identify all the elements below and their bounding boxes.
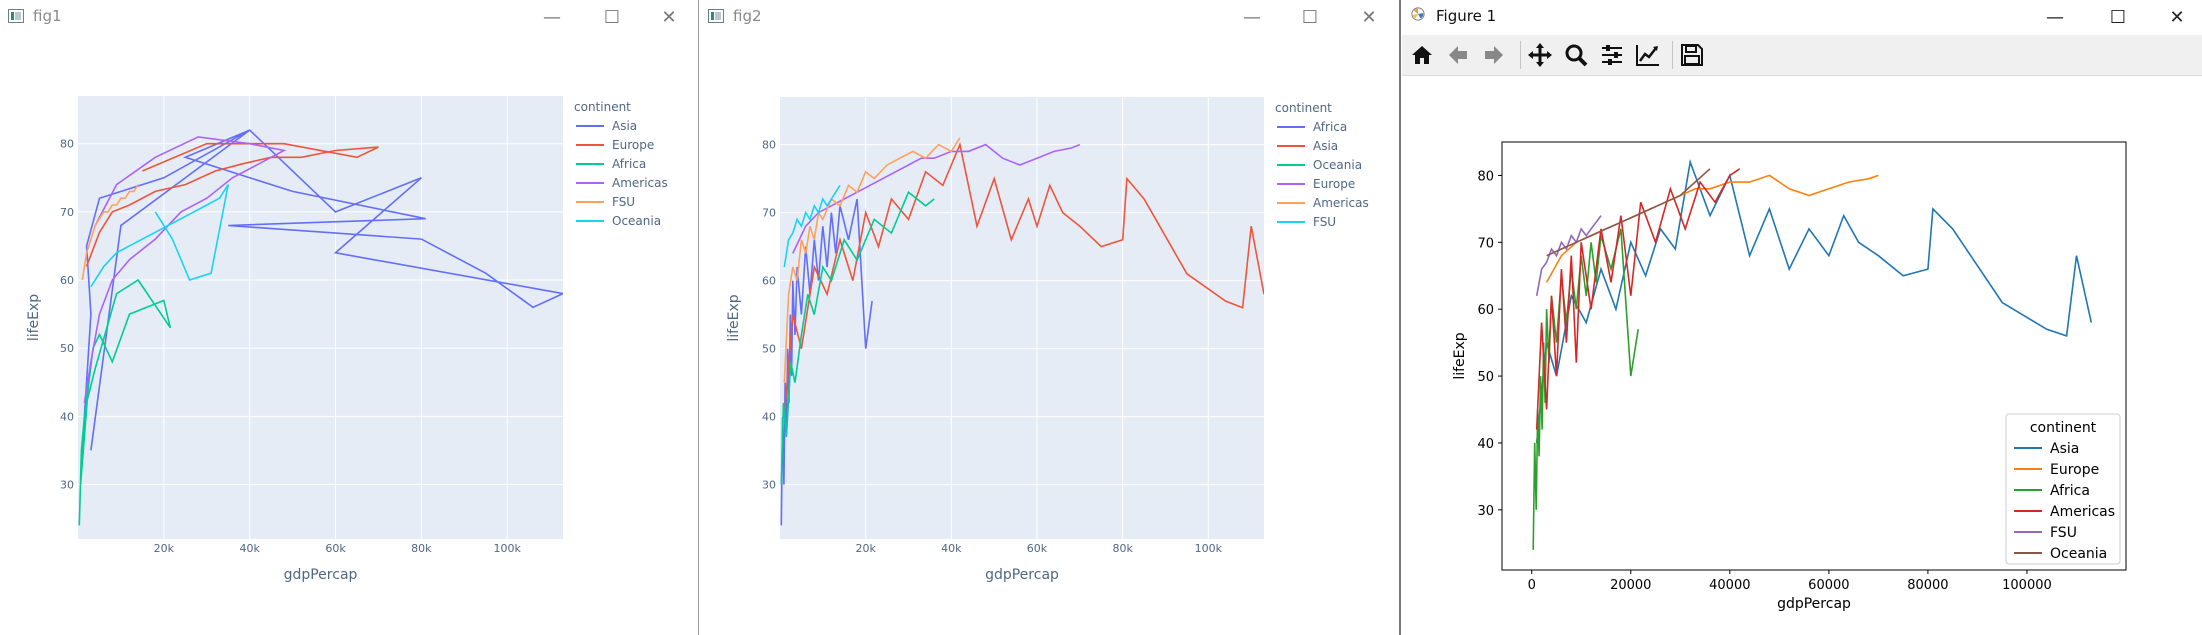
legend-item: Asia [1313,139,1338,153]
x-tick-label: 40000 [1709,578,1750,593]
close-button[interactable]: ✕ [1356,4,1382,30]
window-title: fig2 [733,7,762,25]
y-tick-label: 60 [762,275,776,288]
legend-item: Asia [612,119,637,133]
minimize-button[interactable]: — [2042,4,2068,30]
y-tick-label: 50 [1477,370,1494,385]
maximize-button[interactable]: ☐ [599,4,625,30]
legend-item: Europe [2050,462,2099,478]
x-tick-label: 20k [855,542,876,555]
x-tick-label: 40k [941,542,962,555]
maximize-button[interactable]: ☐ [2105,4,2131,30]
legend-title: continent [574,100,631,114]
y-tick-label: 50 [60,342,74,355]
window-title: Figure 1 [1436,7,1497,25]
x-tick-label: 100k [494,542,522,555]
y-tick-label: 70 [60,206,74,219]
zoom-magnifier-icon[interactable] [1560,39,1592,71]
legend-item: FSU [1313,215,1336,229]
y-axis-title: lifeExp [1452,332,1468,379]
window-fig2: fig2 — ☐ ✕ 20k 40k 60k 80k 100k 30 40 50 60 70 80 g… [700,0,1401,635]
forward-arrow-icon[interactable] [1478,39,1510,71]
legend-item: Africa [1313,120,1347,134]
x-axis-title: gdpPercap [1777,596,1851,612]
plot-background [780,97,1264,539]
toolbar-separator [1672,41,1673,69]
legend-item: Oceania [2050,546,2107,562]
matplotlib-logo-icon [1411,7,1425,21]
y-tick-label: 40 [762,411,776,424]
y-tick-label: 80 [762,139,776,152]
y-tick-label: 40 [1477,437,1494,452]
legend-item: FSU [612,195,635,209]
legend-item: Europe [612,138,654,152]
y-tick-label: 40 [60,410,74,423]
legend-item: Asia [2050,441,2079,457]
x-tick-label: 20k [154,542,175,555]
y-tick-label: 80 [60,138,74,151]
app-window-icon [708,9,724,23]
close-button[interactable]: ✕ [656,4,682,30]
y-tick-label: 30 [1477,504,1494,519]
y-tick-label: 70 [762,207,776,220]
x-tick-label: 80k [1112,542,1133,555]
y-axis-title: lifeExp [26,294,42,341]
edit-axis-icon[interactable] [1632,39,1664,71]
toolbar-separator [1520,41,1521,69]
legend-item: FSU [2050,525,2077,541]
close-button[interactable]: ✕ [2164,4,2190,30]
app-window-icon [8,9,24,23]
navigation-toolbar [1402,35,2202,76]
x-tick-label: 40k [239,542,260,555]
x-axis-title: gdpPercap [985,567,1059,583]
back-arrow-icon[interactable] [1442,39,1474,71]
titlebar[interactable]: Figure 1 — ☐ ✕ [1402,0,2202,33]
x-tick-label: 0 [1528,578,1536,593]
figure1-canvas[interactable]: 0 20000 40000 60000 80000 100000 30 40 50 60 70 80 g… [1402,76,2202,633]
x-tick-label: 100000 [2002,578,2052,593]
y-axis-title: lifeExp [726,294,742,341]
x-tick-label: 100k [1195,542,1223,555]
legend-title: continent [2030,420,2097,436]
x-axis-title: gdpPercap [284,567,358,583]
window-fig1: fig1 — ☐ ✕ 20k 40k 60k 80k 100k 30 40 50 60 70 80 g… [0,0,699,635]
legend-item: Americas [2050,504,2115,520]
y-tick-label: 30 [60,478,74,491]
minimize-button[interactable]: — [1239,4,1265,30]
y-tick-label: 80 [1477,169,1494,184]
x-tick-label: 60000 [1808,578,1849,593]
save-disk-icon[interactable] [1676,39,1708,71]
titlebar[interactable]: fig1 — ☐ ✕ [0,0,698,33]
legend-title: continent [1275,101,1332,115]
legend-item: Oceania [612,214,661,228]
y-tick-label: 30 [762,479,776,492]
legend-item: Oceania [1313,158,1362,172]
legend-item: Europe [1313,177,1355,191]
pan-move-icon[interactable] [1524,39,1556,71]
window-title: fig1 [33,7,62,25]
legend-item: Americas [612,176,668,190]
x-tick-label: 60k [325,542,346,555]
configure-subplots-icon[interactable] [1596,39,1628,71]
y-tick-label: 70 [1477,236,1494,251]
plot-background [78,96,563,539]
titlebar[interactable]: fig2 — ☐ ✕ [700,0,1399,33]
window-figure-1: Figure 1 — ☐ ✕ 0 20000 40000 60000 80000… [1402,0,2202,635]
home-icon[interactable] [1406,39,1438,71]
fig2-plot-area[interactable]: 20k 40k 60k 80k 100k 30 40 50 60 70 80 gdpPercap lif… [700,35,1399,635]
y-tick-label: 50 [762,343,776,356]
x-tick-label: 80k [411,542,432,555]
legend-item: Africa [612,157,646,171]
x-tick-label: 20000 [1610,578,1651,593]
y-tick-label: 60 [1477,303,1494,318]
y-tick-label: 60 [60,274,74,287]
legend-item: Africa [2050,483,2090,499]
minimize-button[interactable]: — [539,4,565,30]
x-tick-label: 80000 [1907,578,1948,593]
x-tick-label: 60k [1027,542,1048,555]
maximize-button[interactable]: ☐ [1297,4,1323,30]
legend-item: Americas [1313,196,1369,210]
fig1-plot-area[interactable]: 20k 40k 60k 80k 100k 30 40 50 60 70 80 gdpPercap lif… [0,35,698,635]
